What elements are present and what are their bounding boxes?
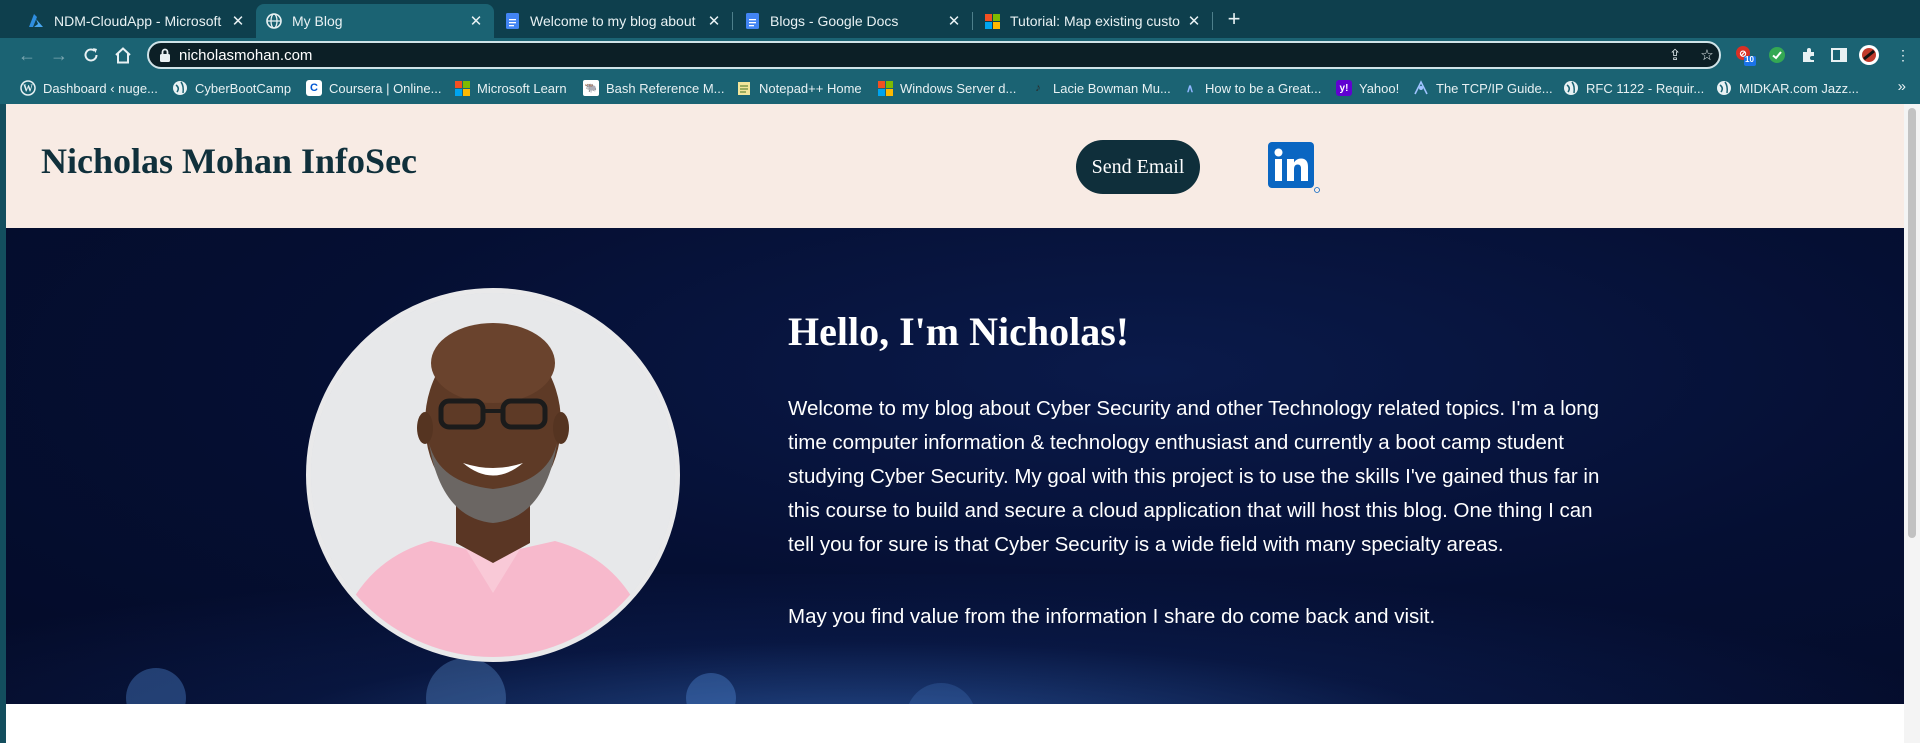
azure-icon xyxy=(28,13,44,29)
bookmark-label: How to be a Great... xyxy=(1205,80,1322,96)
bookmark-item[interactable]: Microsoft Learn xyxy=(454,79,567,97)
tab-separator xyxy=(732,12,733,30)
checkmark-extension-icon[interactable] xyxy=(1766,44,1788,66)
notepad-icon xyxy=(736,80,752,96)
send-email-button[interactable]: Send Email xyxy=(1076,140,1200,194)
globe-icon xyxy=(1563,80,1579,96)
tab-strip: NDM-CloudApp - Microsoft Az ✕ My Blog ✕ … xyxy=(0,0,1920,38)
bookmark-label: RFC 1122 - Requir... xyxy=(1586,80,1705,96)
profile-photo xyxy=(306,288,680,662)
bookmark-star-icon[interactable]: ☆ xyxy=(1697,46,1717,66)
coursera-icon: C xyxy=(306,80,322,96)
bookmark-item[interactable]: Windows Server d... xyxy=(877,79,1016,97)
bookmark-label: Dashboard ‹ nuge... xyxy=(43,80,158,96)
page-scrollbar[interactable] xyxy=(1904,104,1920,743)
bookmark-label: Coursera | Online... xyxy=(329,80,442,96)
new-tab-button[interactable]: + xyxy=(1222,6,1246,32)
bookmark-item[interactable]: y! Yahoo! xyxy=(1336,79,1399,97)
tab-my-blog[interactable]: My Blog ✕ xyxy=(256,4,494,38)
yahoo-icon: y! xyxy=(1336,80,1352,96)
share-icon[interactable]: ⇪ xyxy=(1665,46,1685,66)
site-header: Nicholas Mohan InfoSec Send Email xyxy=(6,104,1910,228)
address-bar[interactable]: nicholasmohan.com ⇪ ☆ xyxy=(147,41,1721,69)
microsoft-icon xyxy=(454,80,470,96)
bookmark-item[interactable]: C Coursera | Online... xyxy=(306,79,441,97)
bookmark-label: Lacie Bowman Mu... xyxy=(1053,80,1171,96)
hero-heading: Hello, I'm Nicholas! xyxy=(788,309,1130,354)
site-title[interactable]: Nicholas Mohan InfoSec xyxy=(41,140,417,182)
bookmark-label: CyberBootCamp xyxy=(195,80,292,96)
bookmark-item[interactable]: W Dashboard ‹ nuge... xyxy=(20,79,158,97)
bookmark-label: Notepad++ Home xyxy=(759,80,862,96)
network-icon xyxy=(1413,80,1429,96)
close-tab-icon[interactable]: ✕ xyxy=(1186,12,1202,30)
close-tab-icon[interactable]: ✕ xyxy=(946,12,962,30)
svg-text:W: W xyxy=(23,84,33,95)
reload-icon[interactable] xyxy=(78,42,104,68)
puzzle-extensions-icon[interactable] xyxy=(1798,44,1820,66)
bookmark-item[interactable]: The TCP/IP Guide... xyxy=(1413,79,1553,97)
url-text: nicholasmohan.com xyxy=(179,47,313,64)
side-panel-icon[interactable] xyxy=(1828,44,1850,66)
back-icon[interactable]: ← xyxy=(14,42,40,68)
extension-badge-icon[interactable]: ⊘ 10 xyxy=(1734,44,1756,66)
bookmarks-bar: W Dashboard ‹ nuge... CyberBootCamp C Co… xyxy=(0,72,1920,104)
bookmark-label: The TCP/IP Guide... xyxy=(1436,80,1553,96)
globe-icon xyxy=(1716,80,1732,96)
home-icon[interactable] xyxy=(110,42,136,68)
globe-icon xyxy=(172,80,188,96)
tab-title: Blogs - Google Docs xyxy=(770,13,899,29)
music-icon: ♪ xyxy=(1035,82,1041,94)
tab-title: NDM-CloudApp - Microsoft Az xyxy=(54,13,224,29)
bookmark-item[interactable]: ♪ Lacie Bowman Mu... xyxy=(1030,79,1171,97)
menu-kebab-icon[interactable]: ⋮ xyxy=(1892,44,1914,66)
hero-section: Hello, I'm Nicholas! Welcome to my blog … xyxy=(6,228,1910,704)
bookmark-item[interactable]: CyberBootCamp xyxy=(172,79,291,97)
tab-title: Tutorial: Map existing custom D xyxy=(1010,13,1180,29)
tab-ndm-cloudapp[interactable]: NDM-CloudApp - Microsoft Az ✕ xyxy=(18,4,256,38)
tab-separator xyxy=(1212,12,1213,30)
tab-blogs-docs[interactable]: Blogs - Google Docs ✕ xyxy=(734,4,972,38)
forward-icon[interactable]: → xyxy=(46,42,72,68)
closing-paragraph: May you find value from the information … xyxy=(788,605,1436,628)
scrollbar-thumb[interactable] xyxy=(1908,108,1916,538)
microsoft-icon xyxy=(877,80,893,96)
microsoft-icon xyxy=(984,13,1000,29)
google-docs-icon xyxy=(744,13,760,29)
globe-icon xyxy=(266,13,282,29)
browser-toolbar: ← → nicholasmohan.com ⇪ ☆ ⊘ 10 ⋮ xyxy=(0,38,1920,72)
gnu-icon: 🐃 xyxy=(583,80,599,96)
lock-icon xyxy=(159,48,171,62)
bookmark-item[interactable]: RFC 1122 - Requir... xyxy=(1563,79,1704,97)
tab-separator xyxy=(972,12,973,30)
browser-window: NDM-CloudApp - Microsoft Az ✕ My Blog ✕ … xyxy=(0,0,1920,743)
bookmark-label: MIDKAR.com Jazz... xyxy=(1739,80,1859,96)
tab-welcome-blog[interactable]: Welcome to my blog about Cyb ✕ xyxy=(494,4,732,38)
intro-paragraph: Welcome to my blog about Cyber Security … xyxy=(788,397,1600,556)
extension-badge-count: 10 xyxy=(1745,55,1754,64)
google-docs-icon xyxy=(504,13,520,29)
wordpress-icon: W xyxy=(20,80,36,96)
close-tab-icon[interactable]: ✕ xyxy=(468,12,484,30)
bookmark-item[interactable]: ∧ How to be a Great... xyxy=(1182,79,1321,97)
bookmark-label: Microsoft Learn xyxy=(477,80,567,96)
bookmarks-overflow-icon[interactable]: » xyxy=(1898,78,1906,95)
bookmark-item[interactable]: 🐃 Bash Reference M... xyxy=(583,79,725,97)
tab-tutorial-map[interactable]: Tutorial: Map existing custom D ✕ xyxy=(974,4,1212,38)
bookmark-label: Bash Reference M... xyxy=(606,80,725,96)
tab-title: My Blog xyxy=(292,13,343,29)
profile-avatar-icon[interactable] xyxy=(1858,44,1880,66)
linkedin-icon[interactable] xyxy=(1268,142,1320,194)
feather-icon: ∧ xyxy=(1185,82,1195,95)
bookmark-item[interactable]: MIDKAR.com Jazz... xyxy=(1716,79,1859,97)
bookmark-label: Yahoo! xyxy=(1359,80,1400,96)
bookmark-item[interactable]: Notepad++ Home xyxy=(736,79,862,97)
bookmark-label: Windows Server d... xyxy=(900,80,1017,96)
close-tab-icon[interactable]: ✕ xyxy=(230,12,246,30)
web-page: Nicholas Mohan InfoSec Send Email Hello,… xyxy=(6,104,1910,743)
tab-title: Welcome to my blog about Cyb xyxy=(530,13,700,29)
close-tab-icon[interactable]: ✕ xyxy=(706,12,722,30)
hero-glow xyxy=(6,574,1910,704)
